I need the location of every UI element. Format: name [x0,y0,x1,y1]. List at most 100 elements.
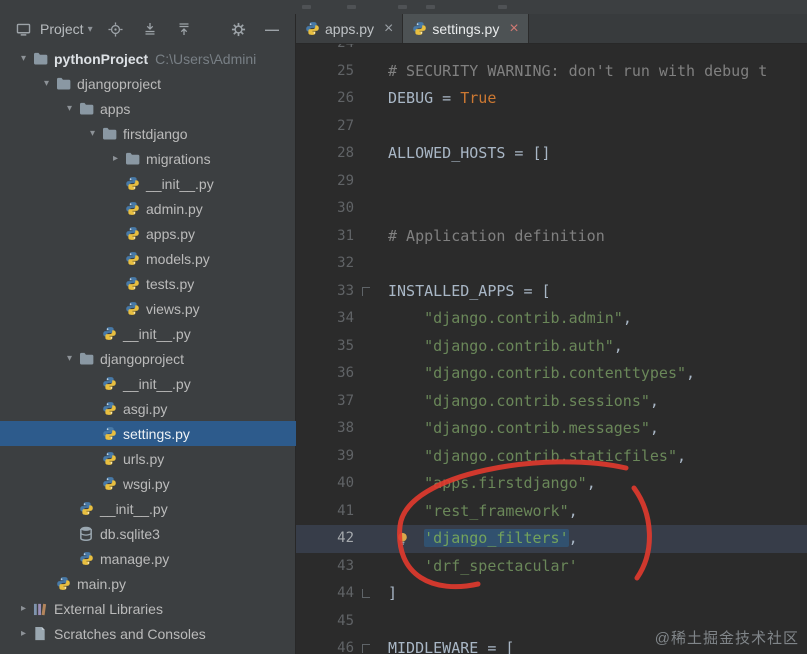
line-number[interactable]: 35 [296,333,354,361]
code-line-43[interactable]: 43 'drf_spectacular' [296,553,807,581]
line-number[interactable]: 34 [296,305,354,333]
tree-item-migrations[interactable]: ▸ migrations [0,146,296,171]
chevron-down-icon[interactable]: ▾ [39,78,54,89]
line-number[interactable]: 26 [296,85,354,113]
chevron-right-icon[interactable]: ▸ [16,603,31,614]
chevron-down-icon[interactable]: ▾ [62,353,77,364]
line-number[interactable]: 45 [296,608,354,636]
line-number[interactable]: 40 [296,470,354,498]
tab-apps-py[interactable]: apps.py × [296,14,404,43]
collapse-all-icon[interactable] [175,20,193,38]
code-line-26[interactable]: 26 DEBUG = True [296,85,807,113]
line-number[interactable]: 39 [296,443,354,471]
code-editor[interactable]: 2425 # SECURITY WARNING: don't run with d… [296,44,807,654]
folder-icon [100,127,118,140]
tab-settings-py[interactable]: settings.py × [403,14,529,43]
tree-item-init-py[interactable]: __init__.py [0,321,296,346]
code-line-32[interactable]: 32 [296,250,807,278]
intention-bulb-icon[interactable] [396,532,409,546]
tree-item-init-py[interactable]: __init__.py [0,171,296,196]
python-file-icon [100,401,118,416]
fold-marker-icon[interactable] [362,589,370,598]
line-number[interactable]: 42 [296,525,354,553]
close-icon[interactable]: × [384,20,393,37]
line-number[interactable]: 43 [296,553,354,581]
tree-item-djangoproject[interactable]: ▾ djangoproject [0,71,296,96]
hide-panel-icon[interactable]: — [265,21,279,37]
chevron-down-icon[interactable]: ▾ [62,103,77,114]
tree-item-asgi-py[interactable]: asgi.py [0,396,296,421]
line-number[interactable]: 30 [296,195,354,223]
tree-item-urls-py[interactable]: urls.py [0,446,296,471]
tree-item-db-sqlite3[interactable]: db.sqlite3 [0,521,296,546]
tree-item-init-py[interactable]: __init__.py [0,496,296,521]
code-line-42[interactable]: 42 'django_filters', [296,525,807,553]
code-line-25[interactable]: 25 # SECURITY WARNING: don't run with deb… [296,58,807,86]
chevron-right-icon[interactable]: ▸ [108,153,123,164]
line-number[interactable]: 41 [296,498,354,526]
tree-item-djangoproject[interactable]: ▾ djangoproject [0,346,296,371]
chevron-down-icon[interactable]: ▾ [88,24,93,35]
code-line-29[interactable]: 29 [296,168,807,196]
tree-item-pythonproject[interactable]: ▾ pythonProject C:\Users\Admini [0,46,296,71]
chevron-down-icon[interactable]: ▾ [85,128,100,139]
python-file-icon [123,201,141,216]
tree-item-apps[interactable]: ▾ apps [0,96,296,121]
code-text: 'drf_spectacular' [388,557,578,575]
fold-marker-icon[interactable] [362,286,370,296]
code-line-38[interactable]: 38 "django.contrib.messages", [296,415,807,443]
line-number[interactable]: 44 [296,580,354,608]
tree-item-external-libraries[interactable]: ▸ External Libraries [0,596,296,621]
code-line-31[interactable]: 31 # Application definition [296,223,807,251]
line-number[interactable]: 36 [296,360,354,388]
gear-icon[interactable] [229,20,247,38]
code-line-33[interactable]: 33 INSTALLED_APPS = [ [296,278,807,306]
code-token: "apps.firstdjango" [424,474,587,492]
tree-item-init-py[interactable]: __init__.py [0,371,296,396]
close-icon[interactable]: × [509,20,518,37]
folder-icon [31,52,49,65]
code-line-34[interactable]: 34 "django.contrib.admin", [296,305,807,333]
line-number[interactable]: 32 [296,250,354,278]
chevron-down-icon[interactable]: ▾ [16,53,31,64]
code-line-28[interactable]: 28 ALLOWED_HOSTS = [] [296,140,807,168]
code-line-41[interactable]: 41 "rest_framework", [296,498,807,526]
project-panel-title[interactable]: Project [40,21,84,37]
line-number[interactable]: 29 [296,168,354,196]
code-line-27[interactable]: 27 [296,113,807,141]
tree-item-apps-py[interactable]: apps.py [0,221,296,246]
locate-file-icon[interactable] [107,20,125,38]
line-number[interactable]: 33 [296,278,354,306]
code-line-40[interactable]: 40 "apps.firstdjango", [296,470,807,498]
tree-item-admin-py[interactable]: admin.py [0,196,296,221]
tree-item-label: pythonProject [54,50,149,67]
line-number[interactable]: 24 [296,44,354,58]
chevron-right-icon[interactable]: ▸ [16,628,31,639]
code-line-24[interactable]: 24 [296,44,807,58]
line-number[interactable]: 25 [296,58,354,86]
code-line-35[interactable]: 35 "django.contrib.auth", [296,333,807,361]
line-number[interactable]: 31 [296,223,354,251]
code-text: "apps.firstdjango", [388,474,596,492]
tree-item-views-py[interactable]: views.py [0,296,296,321]
tree-item-firstdjango[interactable]: ▾ firstdjango [0,121,296,146]
fold-marker-icon[interactable] [362,644,370,653]
code-line-39[interactable]: 39 "django.contrib.staticfiles", [296,443,807,471]
line-number[interactable]: 46 [296,635,354,654]
tree-item-main-py[interactable]: main.py [0,571,296,596]
code-line-37[interactable]: 37 "django.contrib.sessions", [296,388,807,416]
code-line-36[interactable]: 36 "django.contrib.contenttypes", [296,360,807,388]
tree-item-models-py[interactable]: models.py [0,246,296,271]
tree-item-settings-py[interactable]: settings.py [0,421,296,446]
tree-item-wsgi-py[interactable]: wsgi.py [0,471,296,496]
tree-item-scratches-and-consoles[interactable]: ▸ Scratches and Consoles [0,621,296,646]
tree-item-tests-py[interactable]: tests.py [0,271,296,296]
line-number[interactable]: 28 [296,140,354,168]
code-line-30[interactable]: 30 [296,195,807,223]
line-number[interactable]: 37 [296,388,354,416]
expand-all-icon[interactable] [141,20,159,38]
line-number[interactable]: 27 [296,113,354,141]
line-number[interactable]: 38 [296,415,354,443]
tree-item-manage-py[interactable]: manage.py [0,546,296,571]
code-line-44[interactable]: 44] [296,580,807,608]
